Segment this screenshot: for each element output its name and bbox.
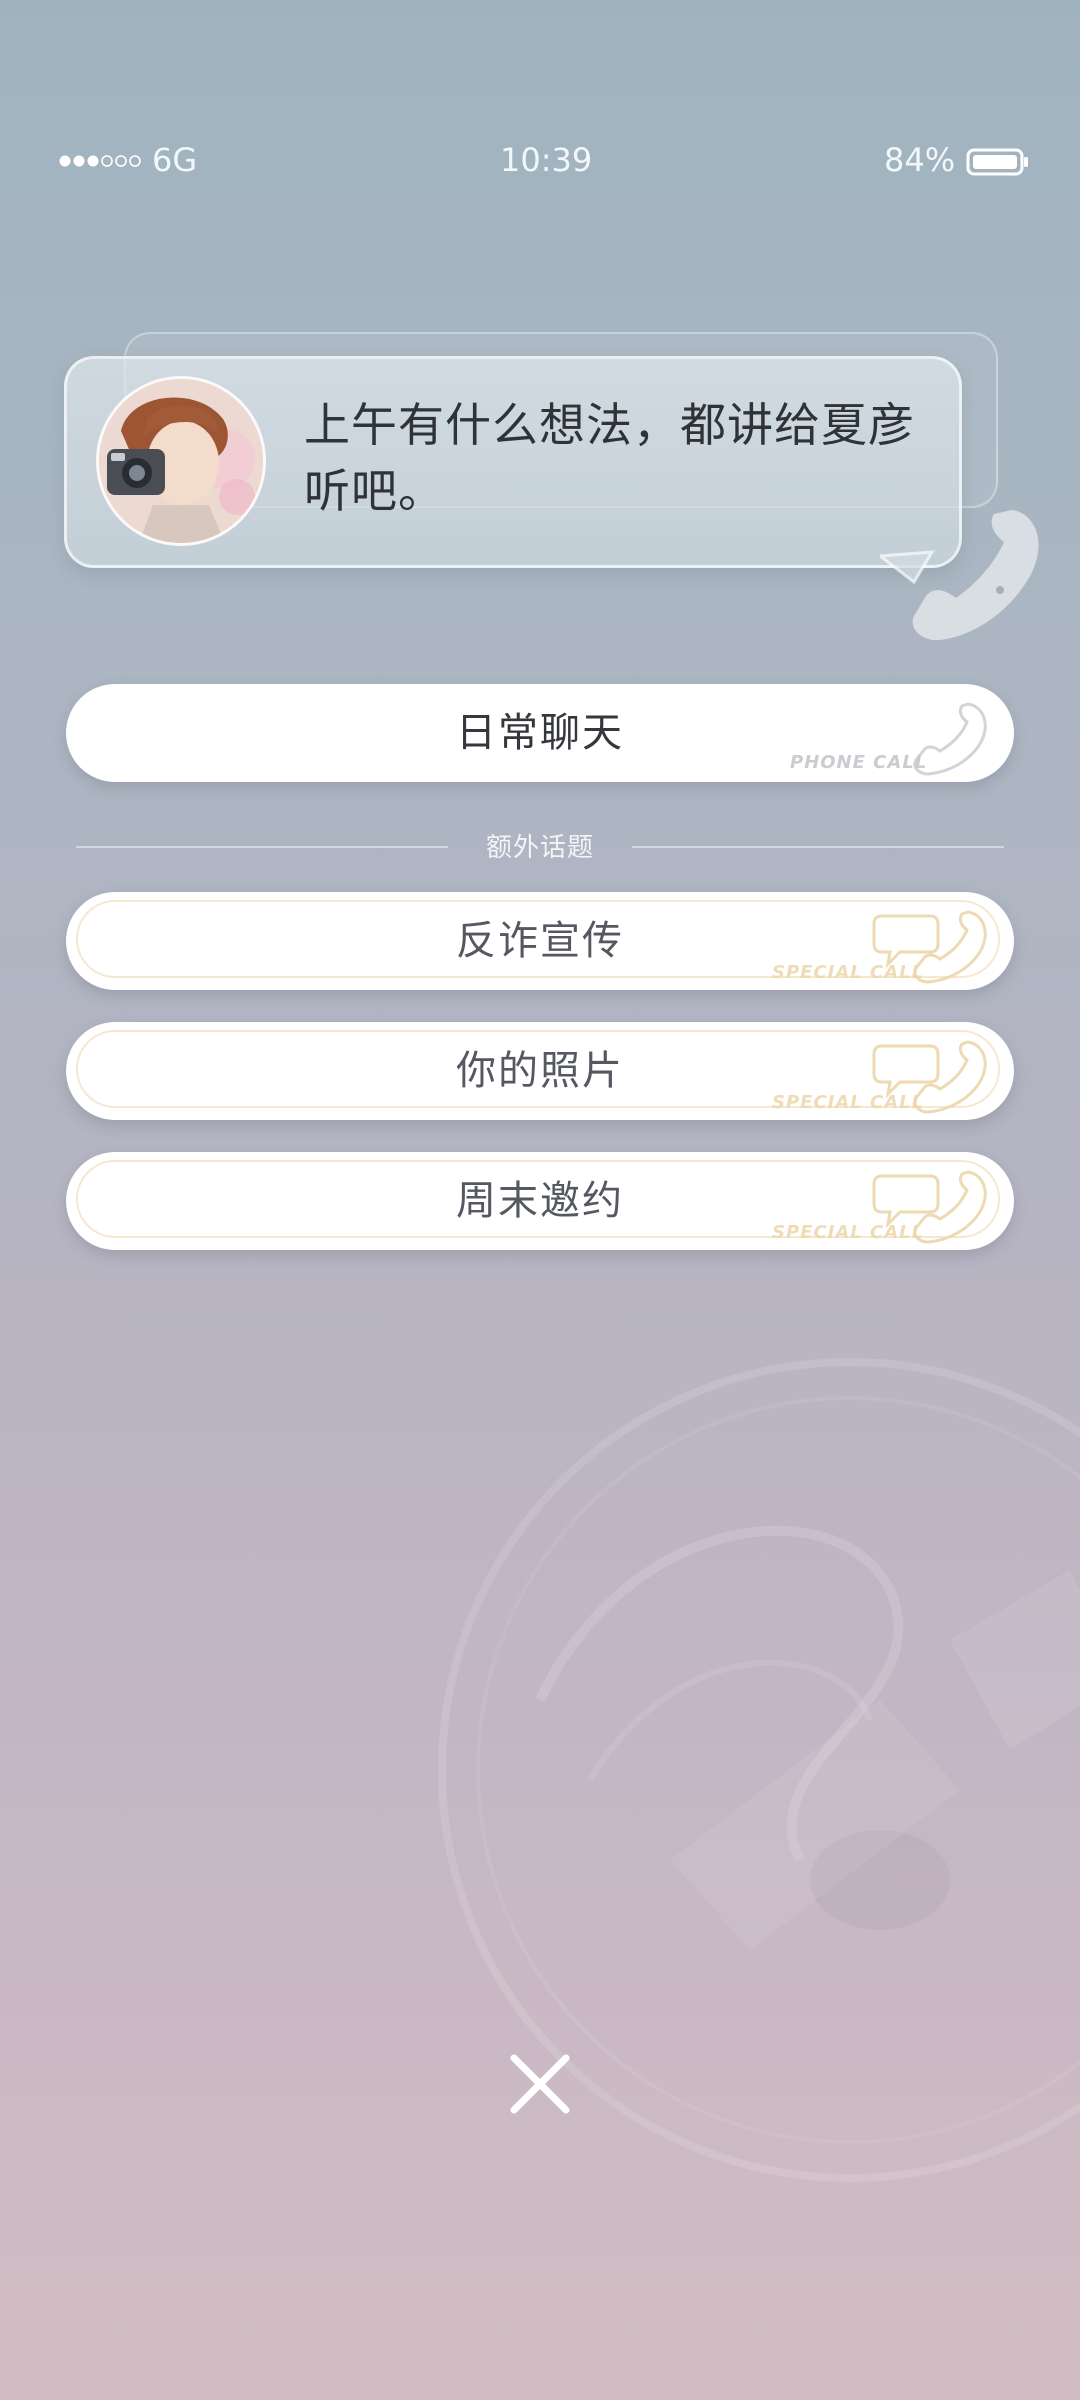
status-bar: 6G 10:39 84% xyxy=(0,0,1080,179)
topic-label: 反诈宣传 xyxy=(456,918,624,964)
avatar-portrait-icon xyxy=(99,379,263,543)
topic-label: 你的照片 xyxy=(456,1048,624,1094)
daily-chat-label: 日常聊天 xyxy=(456,710,624,756)
topic-button-weekend-invite[interactable]: SPECIAL CALL 周末邀约 xyxy=(66,1152,1014,1250)
clock: 10:39 xyxy=(500,141,593,179)
battery-icon xyxy=(966,148,1028,176)
dialog-message: 上午有什么想法，都讲给夏彦听吧。 xyxy=(304,398,915,518)
close-icon[interactable] xyxy=(504,2048,576,2120)
phone-call-topic-screen: 6G 10:39 84% 上午有什么想法，都讲给夏彦听吧。 PHONE CALL… xyxy=(0,0,1080,2400)
battery-percentage: 84% xyxy=(884,141,956,179)
topic-label: 周末邀约 xyxy=(456,1178,624,1224)
speech-bubble-tail xyxy=(880,550,935,585)
daily-chat-button[interactable]: PHONE CALL 日常聊天 xyxy=(66,684,1014,782)
topic-button-anti-fraud[interactable]: SPECIAL CALL 反诈宣传 xyxy=(66,892,1014,990)
carrier-label: 6G xyxy=(152,141,198,179)
signal-dots-icon xyxy=(59,155,141,167)
avatar xyxy=(96,376,266,546)
topic-button-your-photo[interactable]: SPECIAL CALL 你的照片 xyxy=(66,1022,1014,1120)
extra-topics-heading: 额外话题 xyxy=(485,833,594,863)
